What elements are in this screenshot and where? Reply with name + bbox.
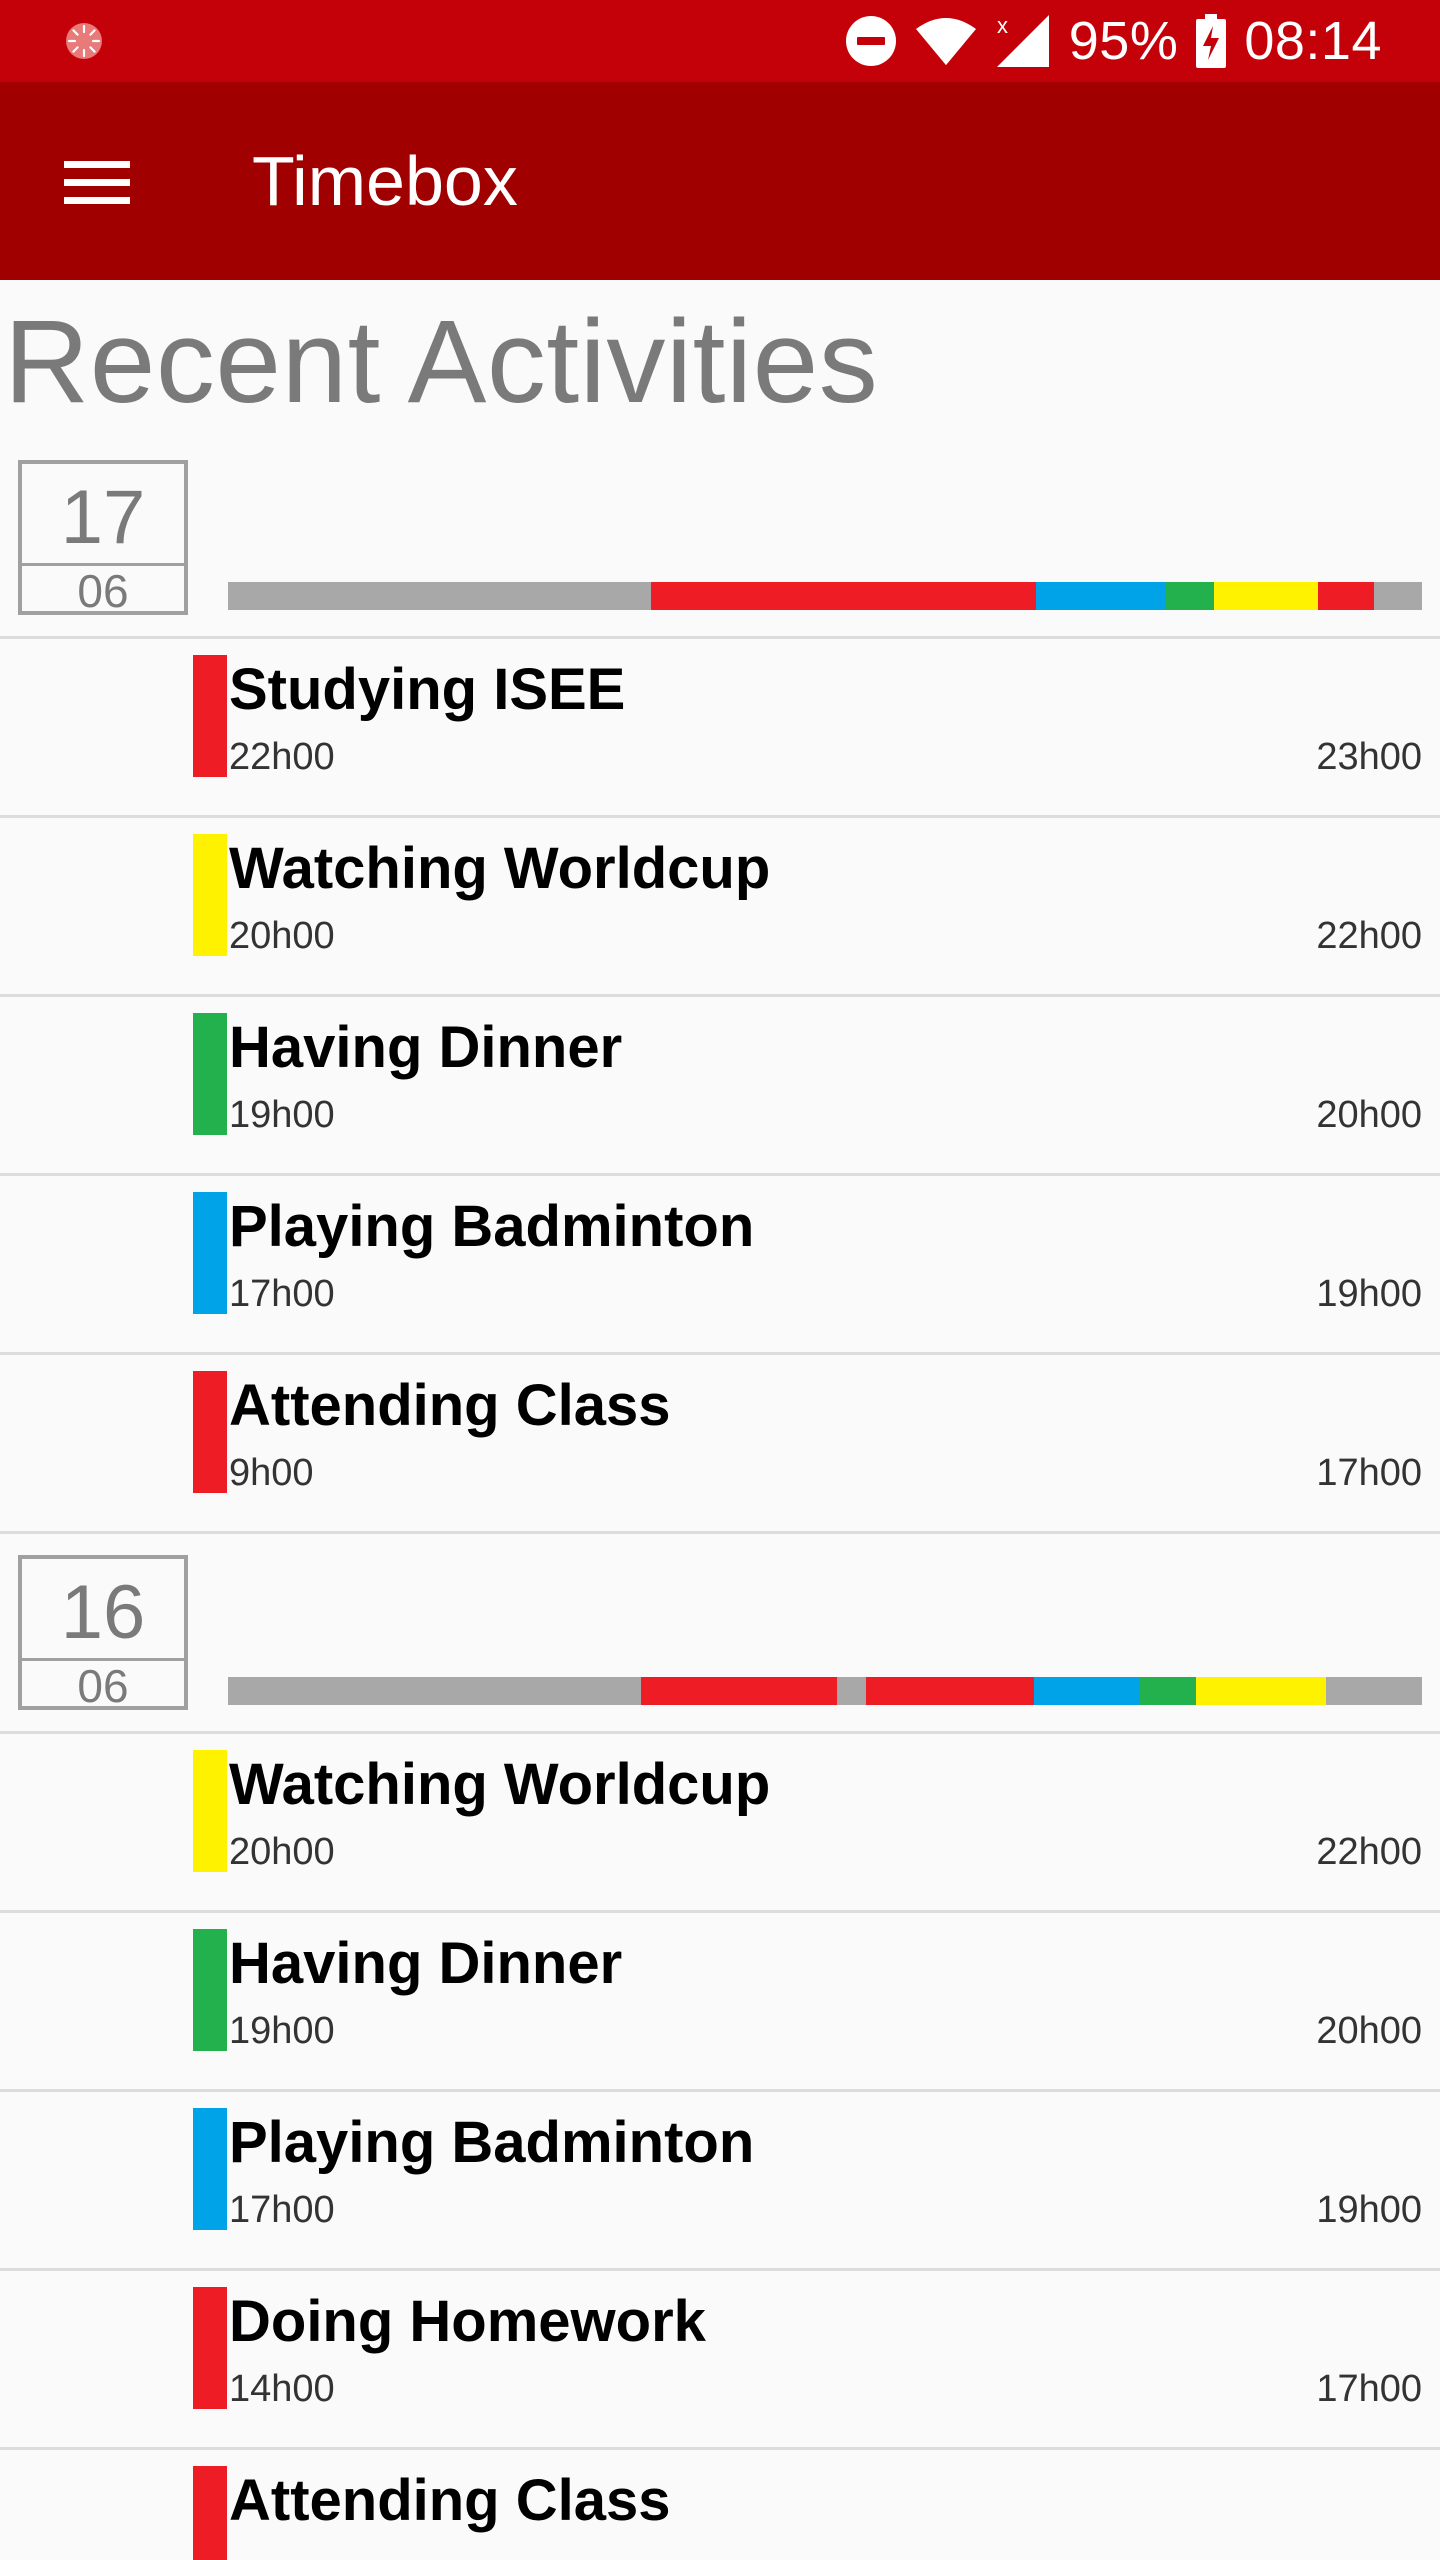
timeline-segment: [1214, 582, 1318, 610]
activity-name: Attending Class: [229, 2468, 671, 2533]
activity-color-chip: [193, 655, 227, 777]
activity-color-chip: [193, 2287, 227, 2409]
status-clock: 08:14: [1244, 11, 1382, 71]
timeline-segment: [866, 1677, 1034, 1705]
activity-name: Watching Worldcup: [229, 1752, 771, 1817]
battery-charging-icon: [1196, 14, 1227, 68]
activity-color-chip: [193, 2466, 227, 2560]
activity-end-time: 19h00: [1316, 2189, 1422, 2231]
cell-signal-icon: x: [995, 13, 1051, 69]
timeline-segment: [1034, 1677, 1140, 1705]
activity-row[interactable]: Having Dinner 19h00 20h00: [0, 997, 1440, 1173]
activity-color-chip: [193, 834, 227, 956]
activity-row[interactable]: Studying ISEE 22h00 23h00: [0, 639, 1440, 815]
activity-name: Playing Badminton: [229, 2110, 755, 2175]
activity-start-time: 20h00: [229, 915, 335, 957]
activity-end-time: 20h00: [1316, 2010, 1422, 2052]
activity-start-time: 22h00: [229, 736, 335, 778]
hamburger-menu-icon: [64, 161, 130, 204]
activity-name: Having Dinner: [229, 1931, 623, 1996]
timeline-segment: [1318, 582, 1374, 610]
activity-color-chip: [193, 1013, 227, 1135]
activity-name: Doing Homework: [229, 2289, 706, 2354]
wifi-icon: [915, 15, 977, 67]
activity-end-time: 22h00: [1316, 1831, 1422, 1873]
date-badge: 17 06: [18, 460, 188, 615]
page-title: Recent Activities: [4, 296, 879, 428]
day-timeline-bar: [228, 1677, 1422, 1705]
activity-row[interactable]: Playing Badminton 17h00 19h00: [0, 2092, 1440, 2268]
activity-row[interactable]: Attending Class: [0, 2450, 1440, 2560]
activity-end-time: 17h00: [1316, 2368, 1422, 2410]
activity-name: Studying ISEE: [229, 657, 626, 722]
activity-row[interactable]: Attending Class 9h00 17h00: [0, 1355, 1440, 1531]
activity-start-time: 9h00: [229, 1452, 314, 1494]
day-header[interactable]: 16 06: [0, 1555, 1440, 1735]
activity-name: Playing Badminton: [229, 1194, 755, 1259]
timeline-segment: [1196, 1677, 1326, 1705]
timeline-segment: [1166, 582, 1214, 610]
activity-end-time: 17h00: [1316, 1452, 1422, 1494]
do-not-disturb-icon: [845, 15, 897, 67]
day-timeline-bar: [228, 582, 1422, 610]
date-badge: 16 06: [18, 1555, 188, 1710]
date-month: 06: [77, 1660, 129, 1712]
activity-color-chip: [193, 1371, 227, 1493]
battery-percent: 95%: [1068, 11, 1179, 71]
day-header[interactable]: 17 06: [0, 460, 1440, 640]
row-divider: [0, 1531, 1440, 1534]
status-bar: x 95% 08:14: [0, 0, 1440, 82]
menu-button[interactable]: [52, 142, 142, 222]
timeline-segment: [1036, 582, 1166, 610]
activity-row[interactable]: Doing Homework 14h00 17h00: [0, 2271, 1440, 2447]
activity-color-chip: [193, 2108, 227, 2230]
activity-end-time: 19h00: [1316, 1273, 1422, 1315]
activity-name: Attending Class: [229, 1373, 671, 1438]
activity-row[interactable]: Having Dinner 19h00 20h00: [0, 1913, 1440, 2089]
activity-name: Watching Worldcup: [229, 836, 771, 901]
activity-row[interactable]: Watching Worldcup 20h00 22h00: [0, 1734, 1440, 1910]
app-bar: Timebox: [0, 82, 1440, 280]
svg-text:x: x: [997, 13, 1008, 38]
activity-color-chip: [193, 1750, 227, 1872]
activity-color-chip: [193, 1192, 227, 1314]
status-icons: x 95% 08:14: [845, 0, 1382, 82]
date-day: 16: [60, 1570, 146, 1655]
activity-start-time: 19h00: [229, 2010, 335, 2052]
activity-end-time: 23h00: [1316, 736, 1422, 778]
activity-row[interactable]: Playing Badminton 17h00 19h00: [0, 1176, 1440, 1352]
activity-start-time: 17h00: [229, 2189, 335, 2231]
activity-start-time: 20h00: [229, 1831, 335, 1873]
date-month: 06: [77, 565, 129, 617]
activity-color-chip: [193, 1929, 227, 2051]
notification-spinner-icon: [64, 21, 104, 61]
activity-start-time: 19h00: [229, 1094, 335, 1136]
activity-name: Having Dinner: [229, 1015, 623, 1080]
timeline-segment: [641, 1677, 837, 1705]
timeline-segment: [1140, 1677, 1196, 1705]
app-title: Timebox: [252, 142, 518, 220]
activity-end-time: 20h00: [1316, 1094, 1422, 1136]
activity-start-time: 17h00: [229, 1273, 335, 1315]
activity-row[interactable]: Watching Worldcup 20h00 22h00: [0, 818, 1440, 994]
activity-start-time: 14h00: [229, 2368, 335, 2410]
timeline-segment: [651, 582, 1036, 610]
activity-end-time: 22h00: [1316, 915, 1422, 957]
date-day: 17: [60, 475, 146, 560]
